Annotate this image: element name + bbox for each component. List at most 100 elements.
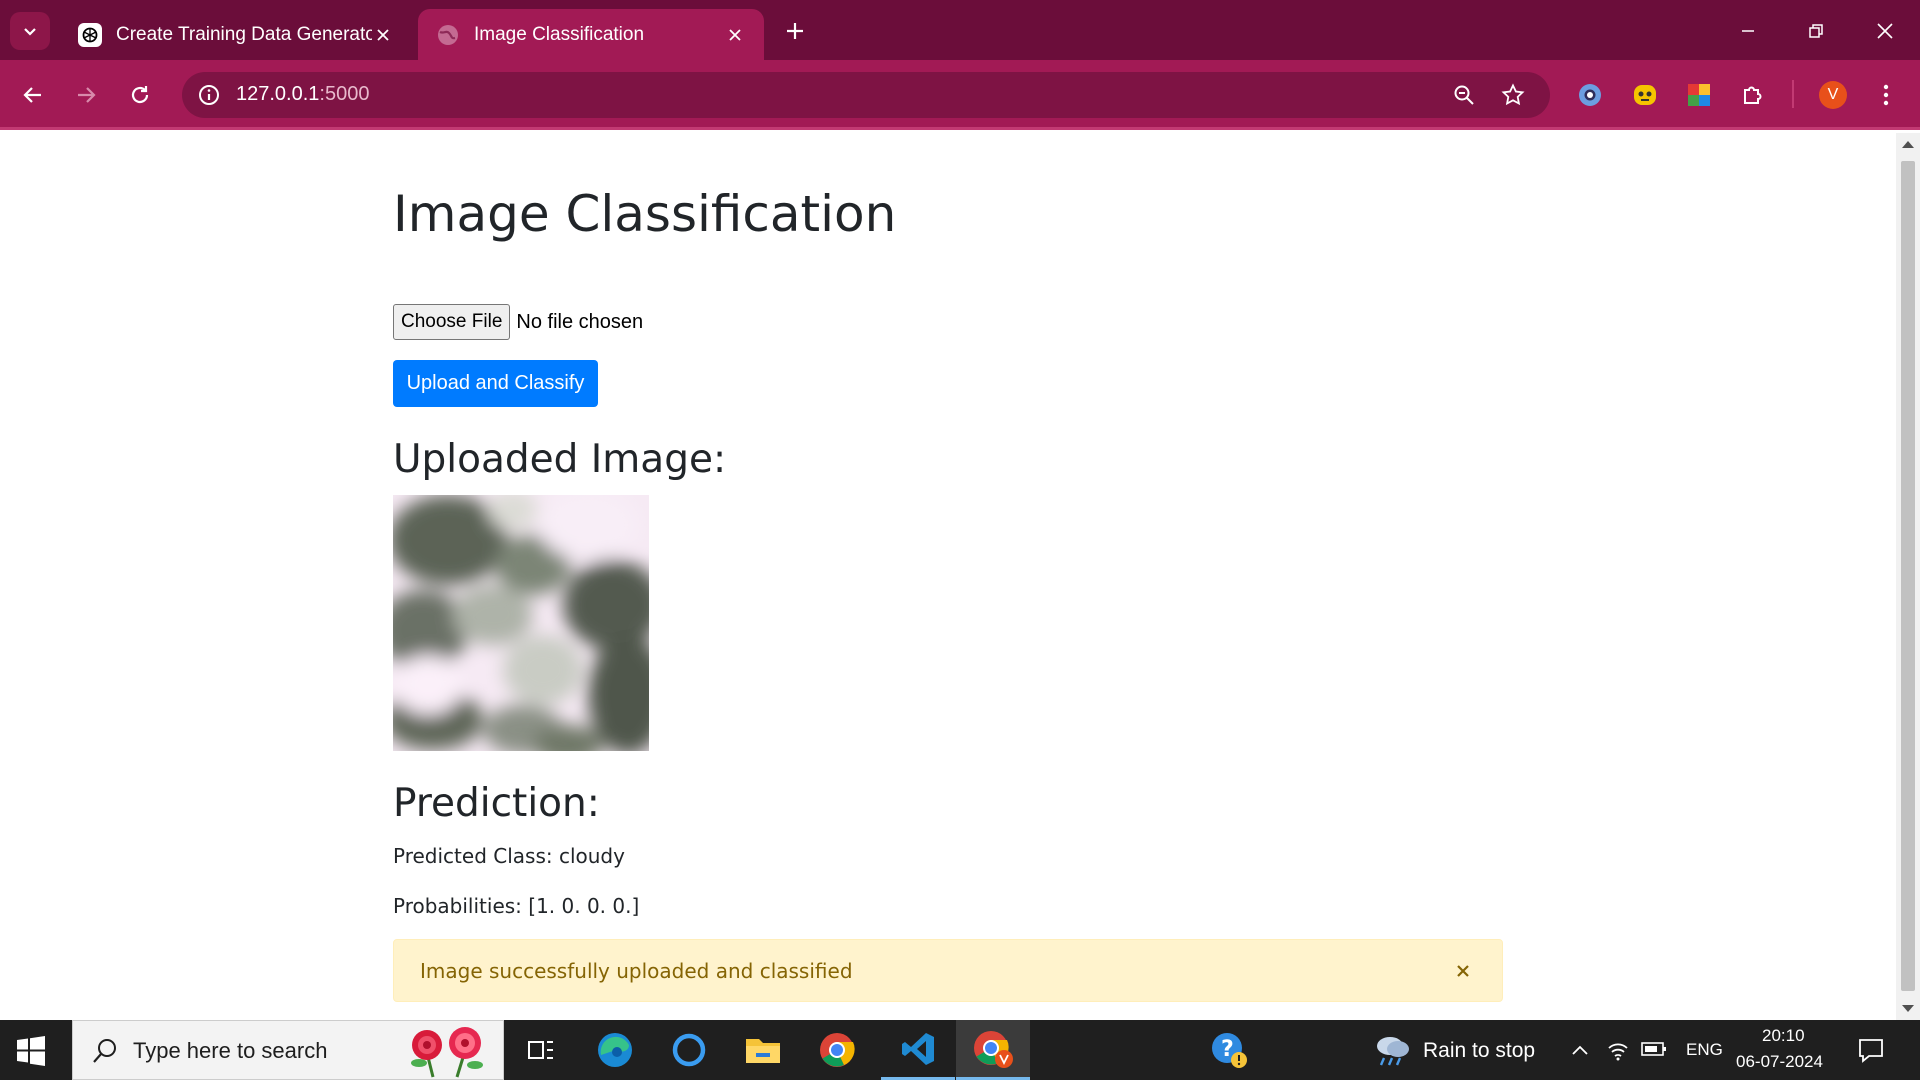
scroll-down-arrow-icon[interactable] [1902, 1005, 1914, 1012]
address-bar[interactable]: 127.0.0.1:5000 [182, 72, 1550, 118]
task-view-icon [528, 1041, 553, 1059]
cortana-icon [672, 1033, 706, 1067]
predicted-class-text: Predicted Class: cloudy [393, 844, 625, 868]
url-text[interactable]: 127.0.0.1:5000 [236, 83, 369, 106]
monkey-extension-icon [1634, 85, 1656, 105]
scrollbar-thumb[interactable] [1901, 161, 1915, 991]
chevron-up-icon[interactable] [1570, 1042, 1590, 1058]
battery-icon[interactable] [1641, 1041, 1667, 1057]
scroll-up-arrow-icon[interactable] [1902, 141, 1914, 148]
tab-create-training-data[interactable]: Create Training Data Generator [60, 9, 412, 60]
tab-search-button[interactable] [10, 12, 50, 50]
puzzle-icon [1744, 86, 1762, 104]
uploaded-image-heading: Uploaded Image: [393, 437, 727, 482]
edge-icon [598, 1033, 632, 1067]
search-placeholder: Type here to search [133, 1038, 328, 1063]
chevron-down-icon [24, 28, 36, 36]
page-title: Image Classification [393, 185, 897, 243]
arrow-left-icon [23, 87, 41, 103]
windows-taskbar: Type here to search ? Rain to stop ENG 2… [0, 1020, 1920, 1080]
chrome-icon [820, 1033, 855, 1067]
new-tab-button[interactable] [780, 16, 810, 46]
close-icon [1457, 965, 1469, 977]
close-tab-icon[interactable] [372, 24, 394, 46]
forward-button[interactable] [68, 77, 104, 113]
browser-tab-strip: Create Training Data Generator Image Cla… [0, 0, 1920, 60]
minimize-icon [1742, 30, 1754, 32]
site-info-button[interactable] [192, 78, 226, 112]
search-icon [93, 1039, 116, 1063]
bookmark-button[interactable] [1496, 78, 1530, 112]
tab-image-classification[interactable]: Image Classification [418, 9, 764, 60]
taskbar-chrome-profile[interactable] [956, 1020, 1030, 1080]
taskbar-file-explorer[interactable] [726, 1020, 800, 1080]
browser-toolbar: 127.0.0.1:5000 V [0, 60, 1920, 130]
browser-menu-button[interactable] [1868, 77, 1904, 113]
restore-button[interactable] [1799, 14, 1833, 48]
close-icon [1877, 23, 1893, 39]
clock-time[interactable]: 20:10 [1762, 1026, 1805, 1046]
windows-logo-icon [17, 1036, 45, 1066]
chrome-profile-icon [974, 1030, 1013, 1068]
weather-rain-icon [1377, 1037, 1409, 1066]
tab-title: Image Classification [474, 23, 645, 45]
profile-button[interactable]: V [1815, 77, 1851, 113]
extension-button[interactable] [1572, 77, 1608, 113]
uploaded-image [393, 495, 649, 751]
task-view-button[interactable] [504, 1020, 578, 1080]
taskbar-vscode[interactable] [881, 1020, 955, 1080]
plus-icon [787, 23, 803, 39]
wifi-icon[interactable] [1606, 1038, 1630, 1062]
upload-classify-button[interactable]: Upload and Classify [393, 360, 598, 407]
weather-text[interactable]: Rain to stop [1423, 1039, 1535, 1063]
help-icon: ? [1212, 1033, 1247, 1068]
chatgpt-icon [78, 22, 102, 47]
probabilities-text: Probabilities: [1. 0. 0. 0.] [393, 894, 640, 918]
page-viewport: Image Classification Choose File No file… [0, 133, 1896, 1020]
taskbar-edge[interactable] [578, 1020, 652, 1080]
start-button[interactable] [14, 1034, 48, 1068]
zoom-button[interactable] [1447, 78, 1481, 112]
avatar: V [1819, 81, 1847, 109]
reload-button[interactable] [122, 77, 158, 113]
close-window-button[interactable] [1868, 14, 1902, 48]
url-host: 127.0.0.1 [236, 83, 320, 105]
minimize-button[interactable] [1731, 14, 1765, 48]
file-status: No file chosen [516, 310, 644, 333]
ring-extension-icon [1579, 84, 1601, 106]
extension-button[interactable] [1627, 77, 1663, 113]
taskbar-cortana[interactable] [652, 1020, 726, 1080]
choose-file-button[interactable]: Choose File [393, 304, 511, 340]
success-alert: Image successfully uploaded and classifi… [393, 939, 1503, 1002]
language-indicator[interactable]: ENG [1686, 1040, 1723, 1060]
extension-button[interactable] [1681, 77, 1717, 113]
clock-date[interactable]: 06-07-2024 [1736, 1052, 1823, 1072]
reload-icon [131, 86, 149, 104]
info-icon [199, 85, 219, 105]
page-scrollbar[interactable] [1896, 133, 1920, 1020]
extensions-menu-button[interactable] [1735, 77, 1771, 113]
back-button[interactable] [15, 77, 51, 113]
taskbar-chrome[interactable] [800, 1020, 874, 1080]
url-port: :5000 [319, 83, 370, 105]
arrow-right-icon [78, 87, 96, 103]
taskbar-search-box[interactable]: Type here to search [72, 1020, 504, 1080]
close-tab-icon[interactable] [724, 24, 746, 46]
more-vertical-icon [1883, 84, 1889, 106]
tab-title: Create Training Data Generator [116, 23, 372, 45]
taskbar-help[interactable]: ? [1192, 1020, 1266, 1080]
restore-icon [1809, 24, 1823, 38]
vscode-icon [902, 1032, 934, 1065]
globe-icon [438, 24, 458, 45]
alert-close-button[interactable] [1450, 958, 1476, 984]
toolbar-separator [1792, 80, 1794, 108]
file-input[interactable]: Choose File No file chosen [393, 304, 643, 340]
prediction-heading: Prediction: [393, 781, 600, 826]
folder-icon [746, 1039, 780, 1063]
star-icon [1501, 83, 1525, 106]
color-picker-extension-icon [1688, 84, 1710, 106]
alert-message: Image successfully uploaded and classifi… [420, 958, 853, 983]
zoom-out-icon [1454, 85, 1474, 105]
notification-icon[interactable] [1857, 1036, 1885, 1064]
roses-icon [411, 1027, 483, 1078]
